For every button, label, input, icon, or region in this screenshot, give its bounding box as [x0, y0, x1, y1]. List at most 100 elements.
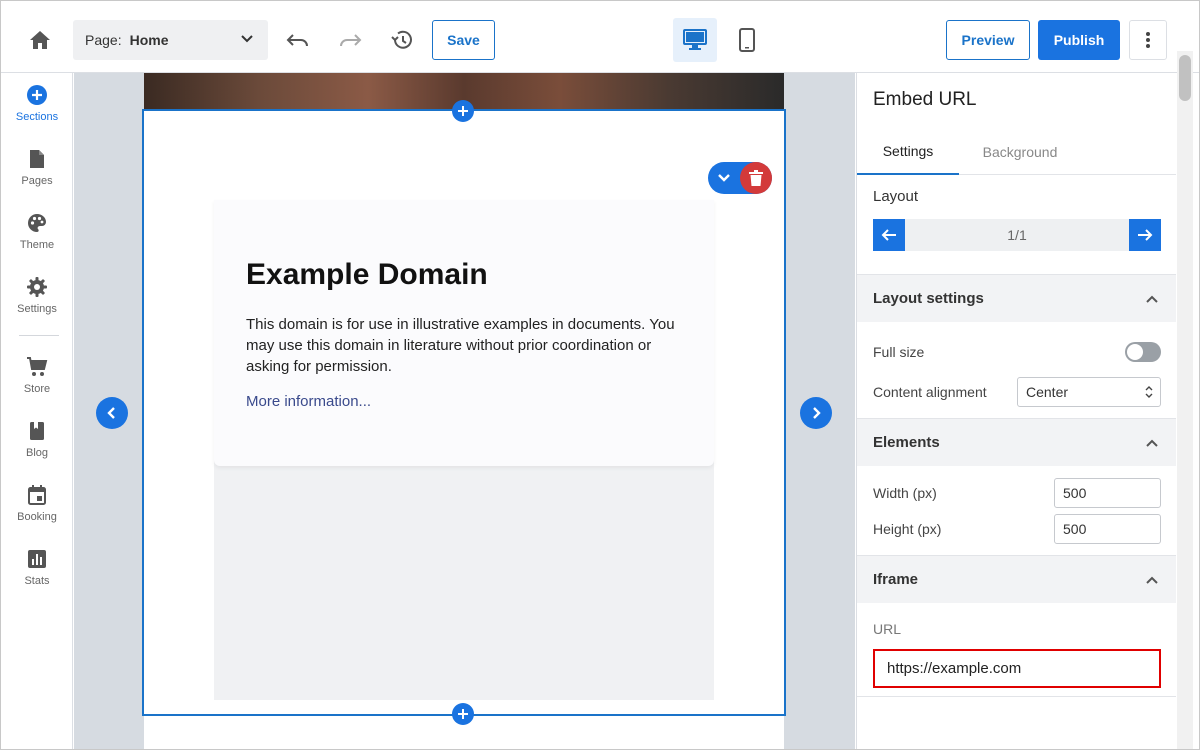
layout-switcher: 1/1	[873, 219, 1161, 251]
sidebar-divider	[19, 335, 59, 336]
height-input[interactable]: 500	[1054, 514, 1161, 544]
plus-circle-icon	[25, 83, 49, 107]
sidebar-item-label: Stats	[24, 575, 50, 587]
chevron-down-icon	[718, 174, 730, 182]
content-alignment-select[interactable]: Center	[1017, 377, 1161, 407]
mobile-icon	[739, 28, 755, 52]
mobile-view-button[interactable]	[727, 18, 767, 62]
chevron-down-icon	[240, 32, 254, 49]
full-size-toggle[interactable]	[1125, 342, 1161, 362]
add-section-below-button[interactable]	[452, 703, 474, 725]
bar-chart-icon	[25, 547, 49, 571]
layout-settings-header[interactable]: Layout settings	[857, 274, 1176, 322]
sidebar-item-sections[interactable]: Sections	[1, 83, 73, 139]
undo-button[interactable]	[283, 25, 313, 55]
elements-header[interactable]: Elements	[857, 418, 1176, 466]
delete-section-button[interactable]	[740, 162, 772, 194]
arrow-left-icon	[881, 229, 896, 241]
chevron-left-icon	[107, 407, 115, 419]
trash-icon	[749, 170, 763, 186]
embed-more-info-link[interactable]: More information...	[246, 393, 371, 410]
sidebar-item-store[interactable]: Store	[1, 355, 73, 411]
content-alignment-value: Center	[1026, 384, 1069, 400]
file-icon	[25, 147, 49, 171]
panel-title: Embed URL	[873, 89, 977, 110]
layout-label: Layout	[873, 188, 919, 205]
page-selector-label: Page:	[85, 32, 122, 48]
chevron-right-icon	[813, 407, 821, 419]
url-label: URL	[873, 621, 902, 637]
next-layout-button[interactable]	[800, 397, 832, 429]
toggle-knob	[1127, 344, 1143, 360]
redo-icon	[340, 34, 362, 47]
home-icon	[30, 31, 50, 49]
history-button[interactable]	[387, 25, 417, 55]
left-sidebar: Sections Pages Theme Settings Store Blog…	[1, 73, 73, 749]
more-options-button[interactable]	[1129, 20, 1167, 60]
publish-button[interactable]: Publish	[1038, 20, 1120, 60]
home-button[interactable]	[21, 23, 59, 57]
sidebar-item-label: Sections	[15, 111, 59, 123]
select-arrows-icon	[1144, 383, 1154, 404]
chevron-up-icon	[1145, 436, 1159, 453]
sidebar-item-label: Settings	[17, 303, 57, 315]
preview-button[interactable]: Preview	[946, 20, 1030, 60]
editor-canvas: Example Domain This domain is for use in…	[74, 73, 855, 749]
section-tools	[708, 162, 772, 194]
plus-icon	[458, 709, 468, 719]
palette-icon	[25, 211, 49, 235]
elements-heading: Elements	[873, 434, 940, 451]
editor-window: Page: Home Save Preview Publish Sections…	[0, 0, 1200, 750]
content-alignment-label: Content alignment	[873, 384, 987, 400]
plus-icon	[458, 106, 468, 116]
desktop-view-button[interactable]	[673, 18, 717, 62]
layout-settings-heading: Layout settings	[873, 290, 984, 307]
sidebar-item-theme[interactable]: Theme	[1, 211, 73, 267]
sidebar-item-stats[interactable]: Stats	[1, 547, 73, 603]
embed-iframe[interactable]: Example Domain This domain is for use in…	[214, 200, 714, 700]
chevron-up-icon	[1145, 292, 1159, 309]
book-icon	[25, 419, 49, 443]
sidebar-item-booking[interactable]: Booking	[1, 483, 73, 539]
sidebar-item-pages[interactable]: Pages	[1, 147, 73, 203]
tab-settings[interactable]: Settings	[857, 129, 959, 175]
sidebar-item-label: Store	[23, 383, 51, 395]
layout-value: 1/1	[1007, 227, 1027, 243]
iframe-header[interactable]: Iframe	[857, 555, 1176, 603]
chevron-up-icon	[1145, 573, 1159, 590]
gear-icon	[25, 275, 49, 299]
width-label: Width (px)	[873, 485, 937, 501]
iframe-heading: Iframe	[873, 571, 919, 588]
page-selector[interactable]: Page: Home	[73, 20, 268, 60]
embed-paragraph: This domain is for use in illustrative e…	[246, 316, 675, 375]
page-selector-value: Home	[129, 32, 169, 48]
panel-divider	[857, 696, 1176, 697]
settings-panel: Embed URL Settings Background Layout 1/1…	[856, 73, 1176, 749]
width-input[interactable]: 500	[1054, 478, 1161, 508]
panel-tabs: Settings Background	[857, 129, 1176, 175]
cart-icon	[25, 355, 49, 379]
selected-section[interactable]: Example Domain This domain is for use in…	[142, 109, 786, 716]
sidebar-item-settings[interactable]: Settings	[1, 275, 73, 331]
layout-next-button[interactable]	[1129, 219, 1161, 251]
url-input[interactable]: https://example.com	[873, 649, 1161, 688]
previous-layout-button[interactable]	[96, 397, 128, 429]
arrow-right-icon	[1138, 229, 1153, 241]
sidebar-item-label: Pages	[21, 175, 53, 187]
page-preview: Example Domain This domain is for use in…	[142, 73, 786, 749]
save-button[interactable]: Save	[432, 20, 495, 60]
layout-prev-button[interactable]	[873, 219, 905, 251]
redo-button[interactable]	[335, 25, 365, 55]
undo-icon	[286, 34, 308, 47]
move-section-down-button[interactable]	[712, 166, 736, 190]
more-vertical-icon	[1146, 32, 1150, 48]
history-icon	[391, 30, 412, 49]
page-scrollbar[interactable]	[1177, 51, 1193, 749]
embedded-page-card: Example Domain This domain is for use in…	[214, 200, 714, 466]
sidebar-item-blog[interactable]: Blog	[1, 419, 73, 475]
tab-background[interactable]: Background	[959, 129, 1081, 175]
add-section-above-button[interactable]	[452, 100, 474, 122]
full-size-label: Full size	[873, 344, 925, 360]
scrollbar-thumb[interactable]	[1179, 55, 1191, 101]
height-label: Height (px)	[873, 521, 942, 537]
